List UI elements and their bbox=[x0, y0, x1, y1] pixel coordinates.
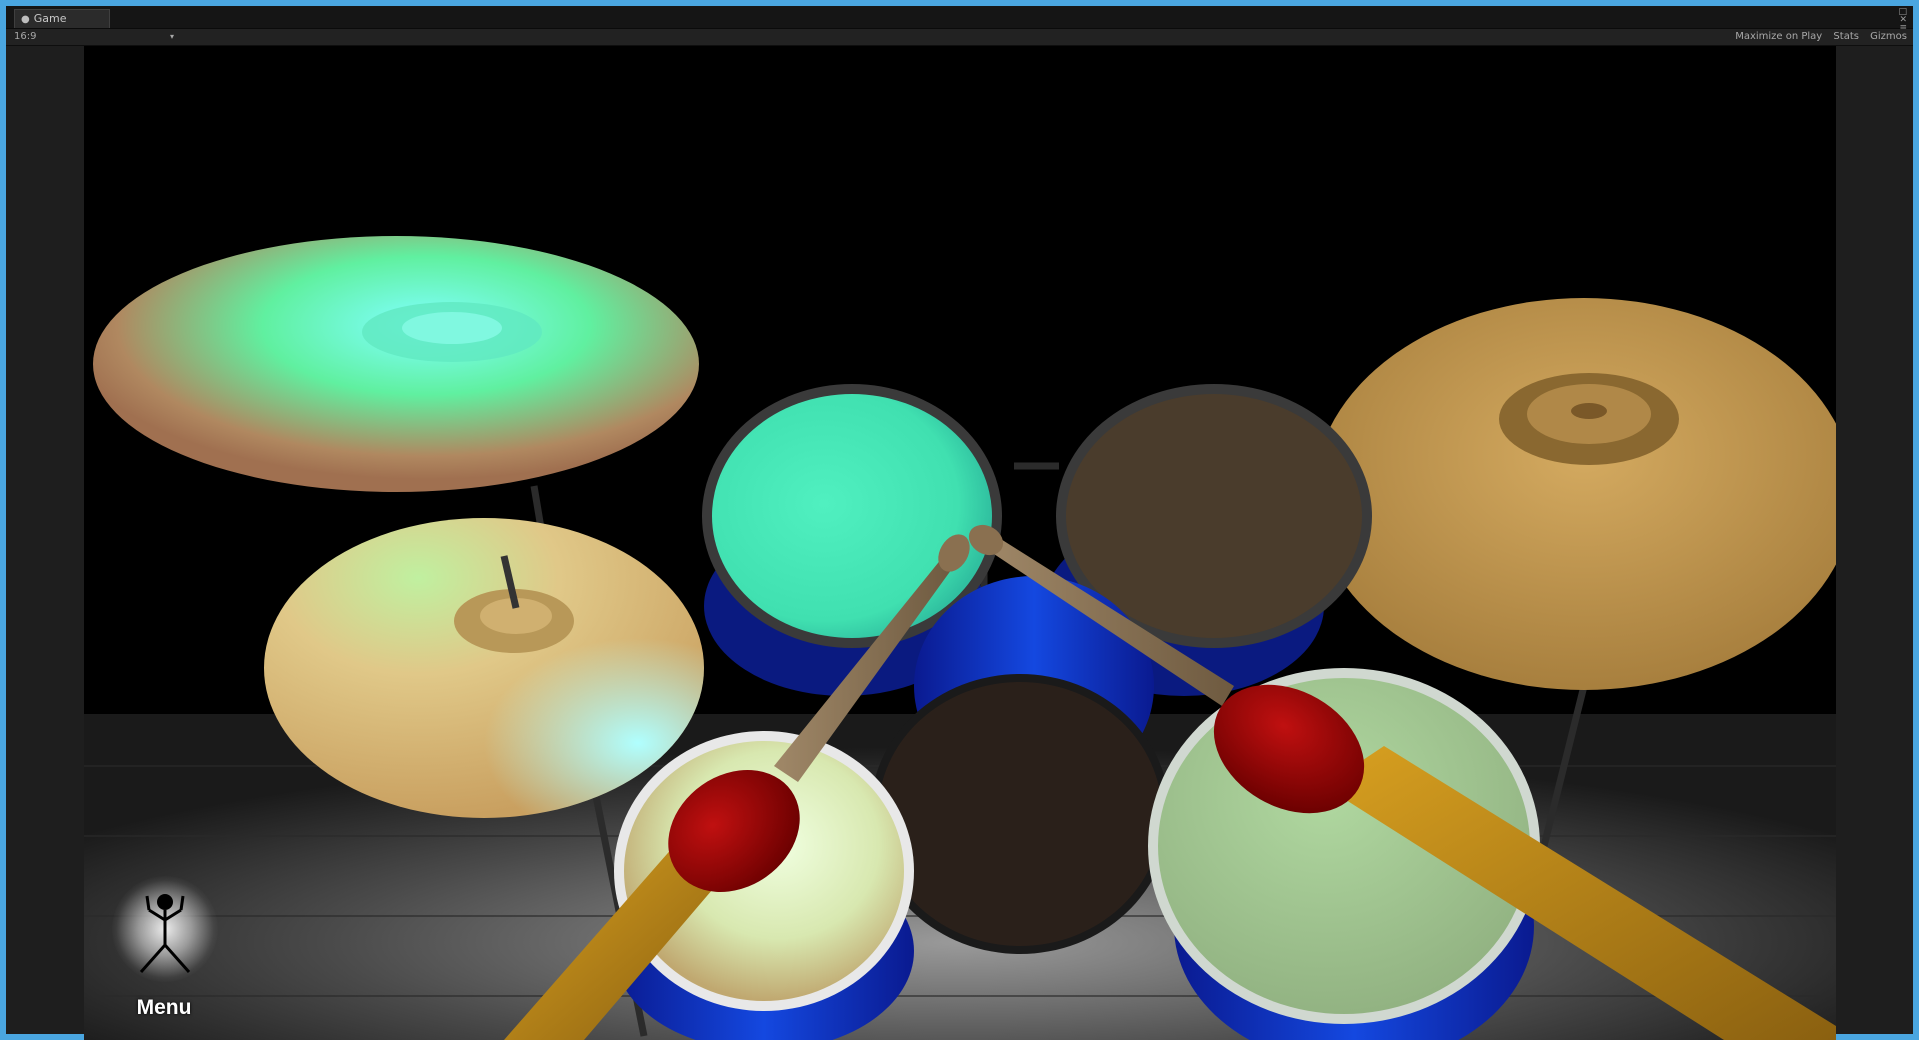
menu-label: Menu bbox=[136, 996, 192, 1019]
window-controls: □ ✕ ≡ bbox=[1887, 8, 1907, 33]
chevron-down-icon: ▾ bbox=[169, 32, 174, 41]
tab-game-label: Game bbox=[33, 12, 67, 25]
tab-bar: ● Game □ ✕ ≡ bbox=[6, 6, 1913, 33]
hi-hat-cymbal[interactable] bbox=[264, 518, 704, 818]
maximize-on-play-toggle[interactable]: Maximize on Play bbox=[1735, 31, 1822, 42]
ride-cymbal[interactable] bbox=[1314, 298, 1836, 690]
aspect-ratio-value: 16:9 bbox=[14, 31, 37, 42]
toolbar-right: Maximize on Play Stats Gizmos bbox=[1727, 29, 1907, 45]
crash-cymbal[interactable] bbox=[93, 236, 699, 492]
gizmos-toggle[interactable]: Gizmos bbox=[1870, 31, 1907, 42]
game-controller-icon: ● bbox=[21, 14, 30, 25]
stats-toggle[interactable]: Stats bbox=[1833, 31, 1859, 42]
menu-button[interactable]: Menu bbox=[108, 876, 220, 1026]
game-window: ● Game □ ✕ ≡ 16:9 ▾ Maximize on Play Stat… bbox=[0, 0, 1919, 1040]
stick-figure-icon bbox=[139, 894, 191, 973]
game-toolbar: 16:9 ▾ Maximize on Play Stats Gizmos bbox=[6, 29, 1913, 46]
tom-center[interactable] bbox=[870, 674, 1170, 954]
aspect-ratio-dropdown[interactable]: 16:9 ▾ bbox=[14, 29, 174, 45]
drum-kit-scene bbox=[84, 236, 1836, 1040]
game-viewport[interactable]: Menu bbox=[84, 46, 1836, 1040]
tab-game[interactable]: ● Game bbox=[14, 9, 110, 28]
